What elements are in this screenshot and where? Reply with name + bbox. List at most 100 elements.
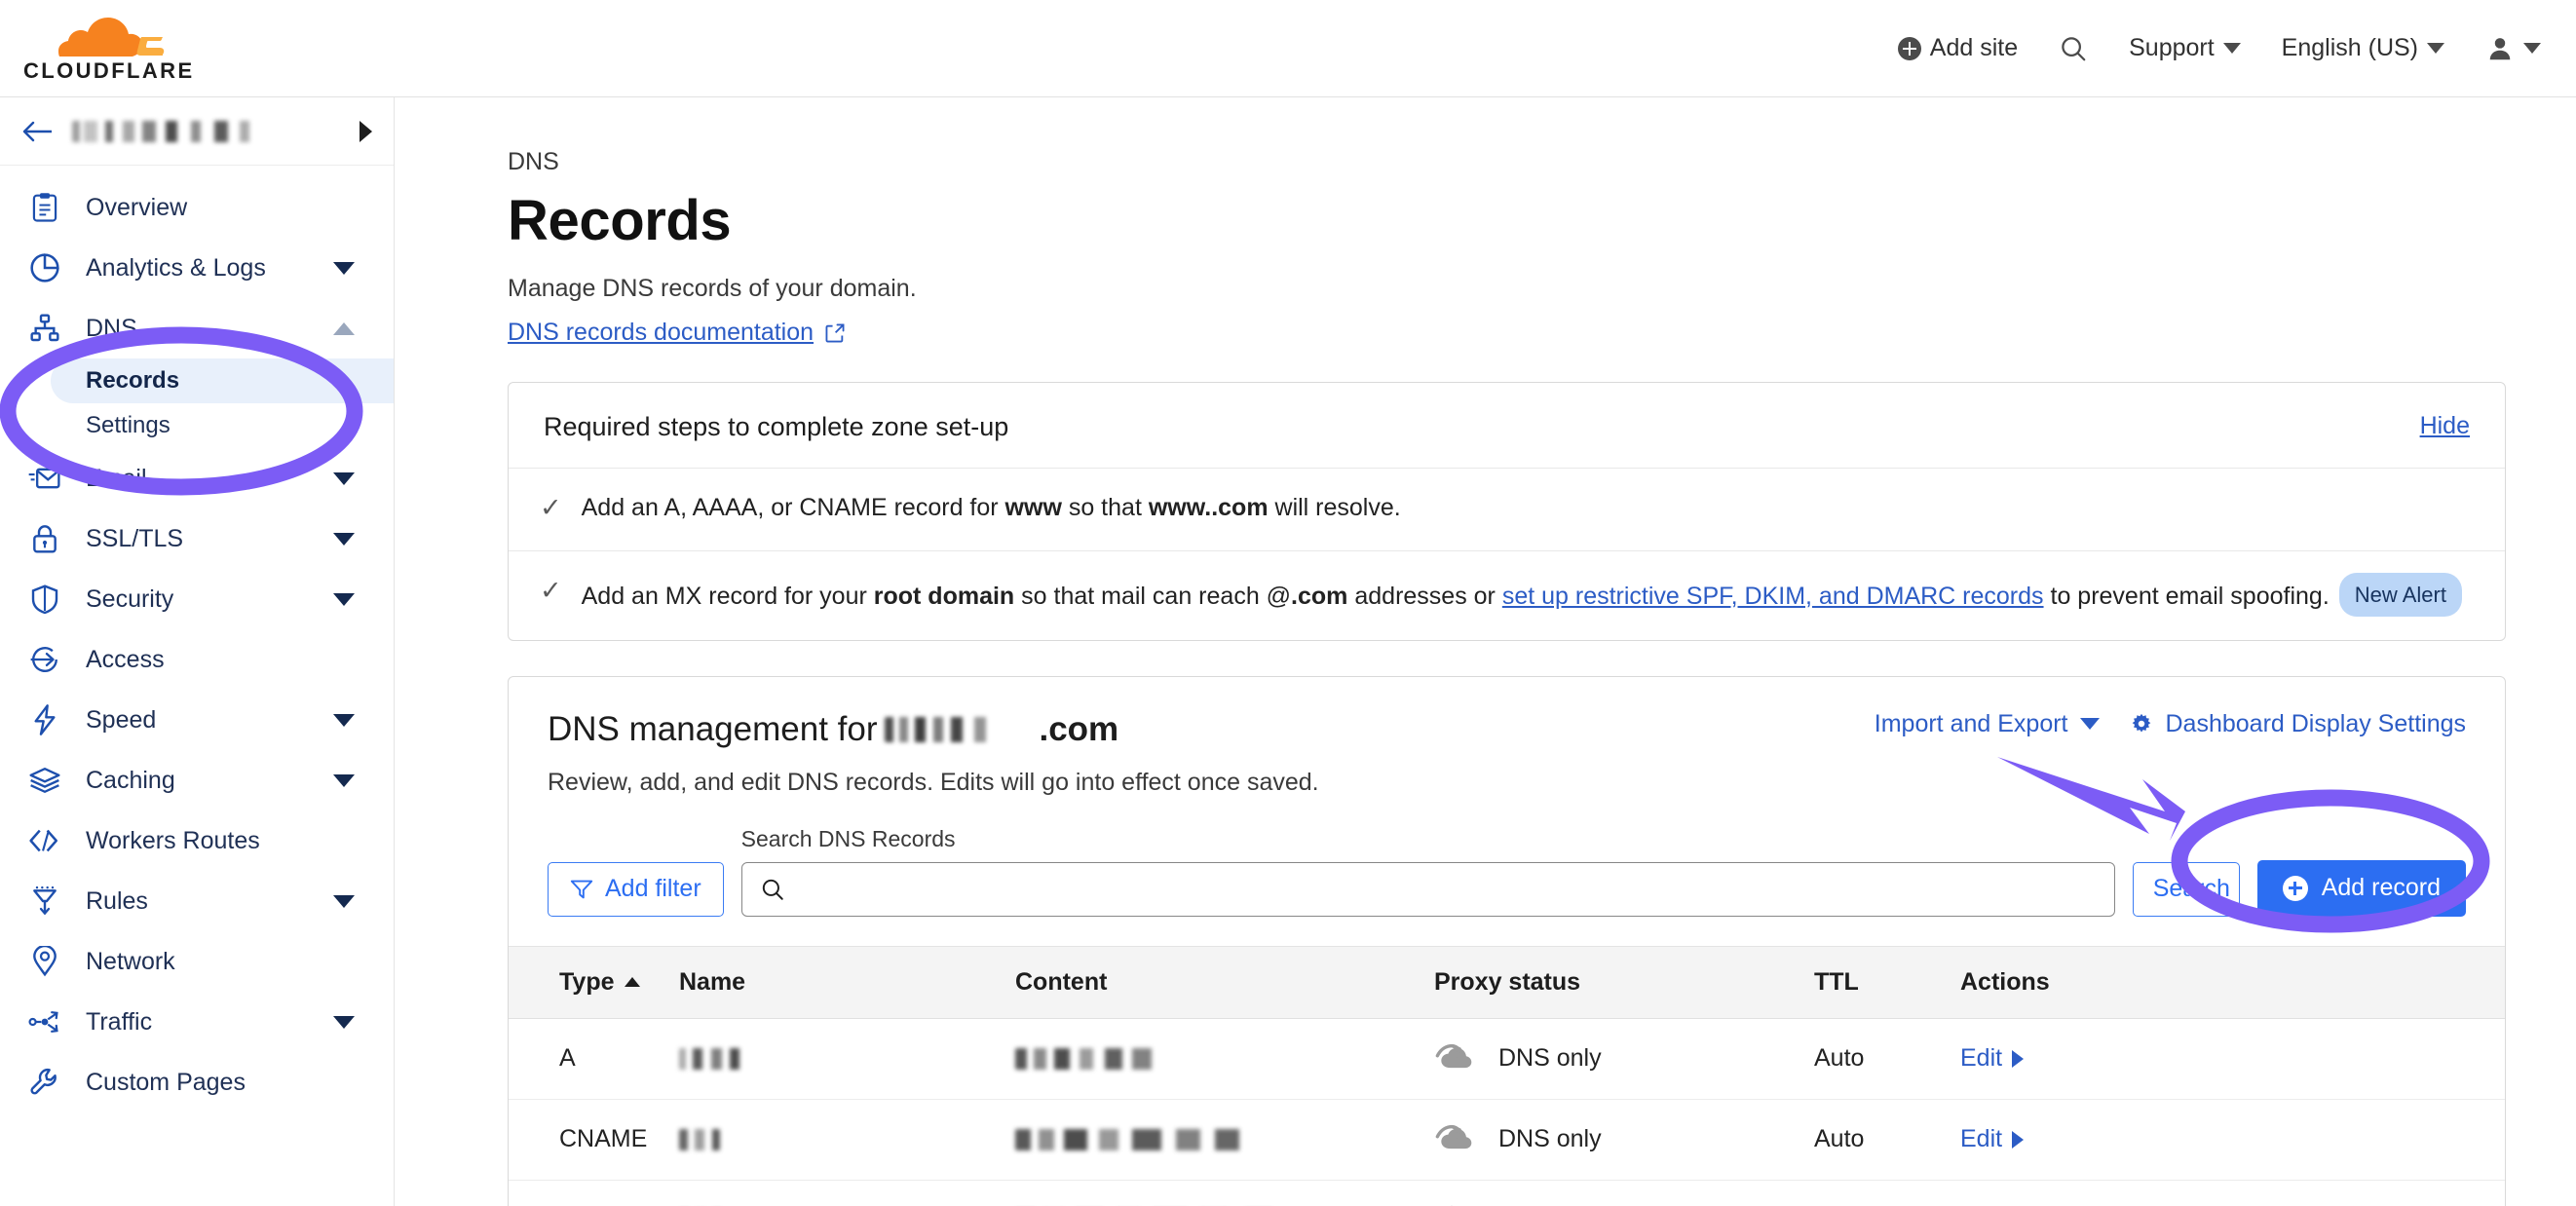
doc-link-label: DNS records documentation [508, 319, 814, 346]
add-record-button[interactable]: Add record [2256, 859, 2466, 917]
dns-management-subtitle: Review, add, and edit DNS records. Edits… [548, 768, 1319, 796]
chevron-down-icon[interactable] [333, 592, 355, 606]
support-menu[interactable]: Support [2129, 34, 2241, 62]
import-and-export-menu[interactable]: Import and Export [1875, 710, 2100, 738]
import-export-label: Import and Export [1874, 709, 2068, 737]
search-input[interactable] [798, 875, 2097, 903]
sidebar-item-caching[interactable]: Caching [0, 750, 394, 810]
chevron-up-icon[interactable] [333, 321, 355, 335]
step-text-part: to prevent email spoofing. [2043, 582, 2330, 610]
svg-text:CLOUDFLARE: CLOUDFLARE [23, 58, 193, 83]
account-menu[interactable] [2485, 34, 2541, 63]
blurred-name [679, 1047, 752, 1070]
search-icon [762, 879, 783, 900]
sidebar-item-speed[interactable]: Speed [0, 690, 394, 750]
edit-record-button[interactable]: Edit [1960, 1125, 2025, 1153]
cell-content [1015, 1180, 1434, 1206]
language-menu[interactable]: English (US) [2282, 34, 2444, 62]
cell-name [679, 1180, 1015, 1206]
blurred-content [1015, 1128, 1269, 1150]
lock-icon [25, 519, 64, 558]
language-label: English (US) [2281, 34, 2418, 61]
chevron-down-icon[interactable] [333, 894, 355, 908]
column-header-content[interactable]: Content [1015, 945, 1434, 1019]
zone-name-blurred [72, 120, 342, 142]
sidebar-item-label: SSL/TLS [86, 524, 184, 552]
cell-name [679, 1099, 1015, 1181]
sidebar-item-network[interactable]: Network [0, 931, 394, 992]
sidebar-item-traffic[interactable]: Traffic [0, 992, 394, 1052]
dns-records-table-body: A DNS only Auto Edit CNAME DNS only Auto… [509, 1018, 2505, 1206]
sidebar-item-rules[interactable]: Rules [0, 871, 394, 931]
sidebar-item-label: Traffic [86, 1007, 153, 1036]
wrench-icon [25, 1063, 64, 1102]
step-text-part: so that mail can reach @ [1014, 582, 1292, 610]
cell-actions: Edit [1960, 1099, 2505, 1181]
cloud-dns-only-icon [1435, 1043, 1472, 1068]
dns-records-table-head: Type Name Content Proxy status TTL Actio… [509, 945, 2505, 1019]
cloudflare-logo[interactable]: CLOUDFLARE [18, 14, 193, 84]
main-content: DNS Records Manage DNS records of your d… [395, 97, 2576, 1206]
checkmark-icon: ✓ [540, 493, 562, 522]
dns-management-header: DNS management for .com Import and Expor… [509, 677, 2505, 749]
add-filter-button[interactable]: Add filter [548, 861, 724, 917]
back-arrow-icon[interactable] [21, 120, 55, 143]
add-site-button[interactable]: Add site [1897, 34, 2018, 62]
sidebar-item-dns[interactable]: DNS [0, 298, 394, 358]
dns-records-documentation-link[interactable]: DNS records documentation [508, 319, 846, 347]
column-header-name[interactable]: Name [679, 945, 1015, 1019]
chevron-down-icon[interactable] [333, 1015, 355, 1029]
sidebar-item-access[interactable]: Access [0, 629, 394, 690]
cell-actions: Edit [1960, 1018, 2505, 1100]
table-row[interactable]: CNAME DNS only [509, 1099, 2505, 1181]
chevron-down-icon[interactable] [333, 261, 355, 275]
global-search-button[interactable] [2059, 34, 2088, 63]
table-row[interactable]: A DNS only Auto Edit [509, 1018, 2505, 1100]
search-button[interactable]: Search [2132, 861, 2240, 917]
add-record-label: Add record [2321, 874, 2441, 901]
dns-records-toolbar: Add filter Search DNS Records Search Add… [509, 797, 2505, 946]
sidebar-subitem-label: Records [86, 367, 180, 394]
step-text-bold: .com [1291, 582, 1348, 610]
chevron-down-icon[interactable] [333, 713, 355, 727]
column-header-proxy-status[interactable]: Proxy status [1434, 945, 1814, 1019]
sidebar-item-overview[interactable]: Overview [0, 177, 394, 238]
chevron-right-icon[interactable] [360, 120, 372, 142]
chevron-down-icon [2222, 43, 2241, 54]
step-text-part: Add an A, AAAA, or CNAME record for [581, 494, 1005, 521]
funnel-icon [25, 882, 64, 921]
page-subtitle: Manage DNS records of your domain. [508, 275, 917, 302]
dashboard-display-settings-button[interactable]: Dashboard Display Settings [2129, 710, 2466, 738]
spf-dkim-dmarc-link[interactable]: set up restrictive SPF, DKIM, and DMARC … [1502, 583, 2044, 610]
sidebar-item-settings[interactable]: Settings [0, 403, 394, 448]
edit-record-button[interactable]: Edit [1960, 1044, 2025, 1073]
column-header-ttl[interactable]: TTL [1814, 945, 1960, 1019]
search-icon [2062, 36, 2086, 60]
chevron-down-icon[interactable] [333, 471, 355, 485]
chevron-down-icon[interactable] [333, 773, 355, 787]
sidebar-item-email[interactable]: Email [0, 448, 394, 509]
chevron-down-icon[interactable] [333, 532, 355, 546]
cell-content [1015, 1018, 1434, 1100]
cell-type: CNAME [509, 1099, 679, 1181]
sidebar-item-label: Custom Pages [86, 1068, 246, 1096]
step-text-bold: www. [1148, 494, 1212, 521]
table-row[interactable]: CNAME DNS only [509, 1180, 2505, 1206]
search-input-box[interactable] [740, 861, 2115, 917]
sidebar-item-records[interactable]: Records [51, 358, 394, 403]
access-arrow-icon [25, 640, 64, 679]
hide-button[interactable]: Hide [2420, 412, 2470, 440]
sidebar-item-workers-routes[interactable]: Workers Routes [0, 810, 394, 871]
sidebar-item-custom-pages[interactable]: Custom Pages [0, 1052, 394, 1112]
sidebar-item-label: Analytics & Logs [86, 253, 266, 282]
cell-ttl: Auto [1814, 1180, 1960, 1206]
dns-management-title-suffix: .com [1039, 709, 1119, 748]
sidebar-item-ssl-tls[interactable]: SSL/TLS [0, 509, 394, 569]
zone-selector[interactable] [0, 97, 394, 166]
sidebar-item-label: Network [86, 947, 175, 975]
column-header-type[interactable]: Type [509, 945, 679, 1019]
traffic-node-icon [25, 1002, 64, 1041]
sidebar-item-analytics-logs[interactable]: Analytics & Logs [0, 238, 394, 298]
sidebar-item-security[interactable]: Security [0, 569, 394, 629]
sidebar-item-label: Caching [86, 766, 175, 794]
